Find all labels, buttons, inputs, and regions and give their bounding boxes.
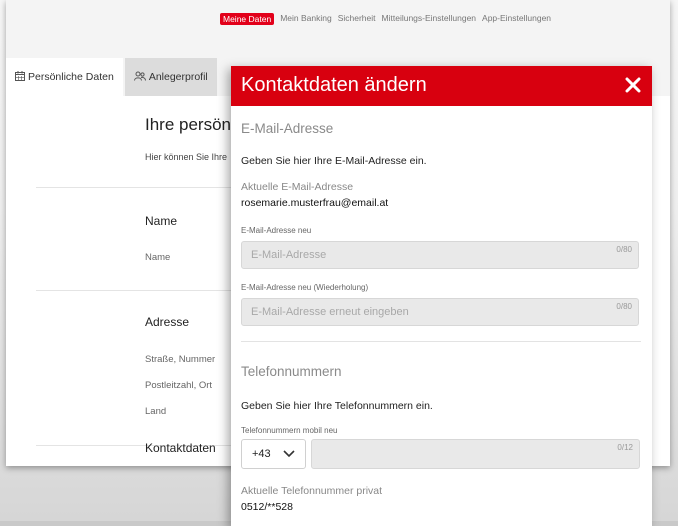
mobile-phone-label: Telefonnummern mobil neu [241,426,338,435]
page-subtitle: Hier können Sie Ihre [145,152,228,162]
top-navigation: Meine Daten Mein Banking Sicherheit Mitt… [220,13,551,25]
section-name-heading: Name [145,214,178,228]
email-section-heading: E-Mail-Adresse [241,121,334,136]
section-adresse-heading: Adresse [145,315,190,329]
repeat-email-counter: 0/80 [616,302,632,311]
repeat-email-placeholder: E-Mail-Adresse erneut eingeben [251,306,409,318]
current-private-phone-label: Aktuelle Telefonnummer privat [241,485,383,497]
repeat-email-field[interactable]: E-Mail-Adresse erneut eingeben 0/80 [241,298,639,326]
users-icon [133,71,146,84]
street-label: Straße, Nummer [145,354,216,365]
mobile-phone-counter: 0/12 [617,443,633,452]
new-email-field[interactable]: E-Mail-Adresse 0/80 [241,241,639,269]
calendar-icon [15,70,25,84]
postal-label: Postleitzahl, Ort [145,380,213,391]
contact-details-dialog: Kontaktdaten ändern E-Mail-Adresse Geben… [231,66,652,526]
close-icon[interactable] [620,72,646,98]
new-email-placeholder: E-Mail-Adresse [251,249,327,261]
phone-section-heading: Telefonnummern [241,364,342,379]
country-code-select[interactable]: +43 [241,439,306,469]
nav-meine-daten[interactable]: Meine Daten [220,13,275,25]
tab-persoenliche-daten[interactable]: Persönliche Daten [6,58,123,96]
repeat-email-label: E-Mail-Adresse neu (Wiederholung) [241,283,369,292]
mobile-phone-field[interactable]: 0/12 [311,439,640,469]
current-private-phone-value: 0512/**528 [241,501,293,513]
current-email-value: rosemarie.musterfrau@email.at [241,197,389,209]
phone-instruction: Geben Sie hier Ihre Telefonnummern ein. [241,400,433,412]
current-email-label: Aktuelle E-Mail-Adresse [241,181,354,193]
name-label: Name [145,252,171,263]
tab-label: Persönliche Daten [28,71,114,83]
country-label: Land [145,406,167,417]
nav-mein-banking[interactable]: Mein Banking [280,13,332,25]
new-email-counter: 0/80 [616,245,632,254]
tab-anlegerprofil[interactable]: Anlegerprofil [124,58,217,96]
chevron-down-icon [282,446,296,460]
nav-mitteilungs-einstellungen[interactable]: Mitteilungs-Einstellungen [382,13,477,25]
nav-sicherheit[interactable]: Sicherheit [338,13,376,25]
nav-app-einstellungen[interactable]: App-Einstellungen [482,13,551,25]
dialog-divider [241,341,641,342]
country-code-value: +43 [252,448,271,460]
dialog-header: Kontaktdaten ändern [231,66,652,106]
new-email-label: E-Mail-Adresse neu [241,226,312,235]
tab-bar: Persönliche Daten Anlegerprofil [6,58,217,96]
page-title: Ihre persönli [145,115,239,134]
dialog-title: Kontaktdaten ändern [241,74,427,96]
email-instruction: Geben Sie hier Ihre E-Mail-Adresse ein. [241,155,427,167]
section-kontakt-heading: Kontaktdaten [145,441,216,455]
tab-label: Anlegerprofil [148,71,208,83]
